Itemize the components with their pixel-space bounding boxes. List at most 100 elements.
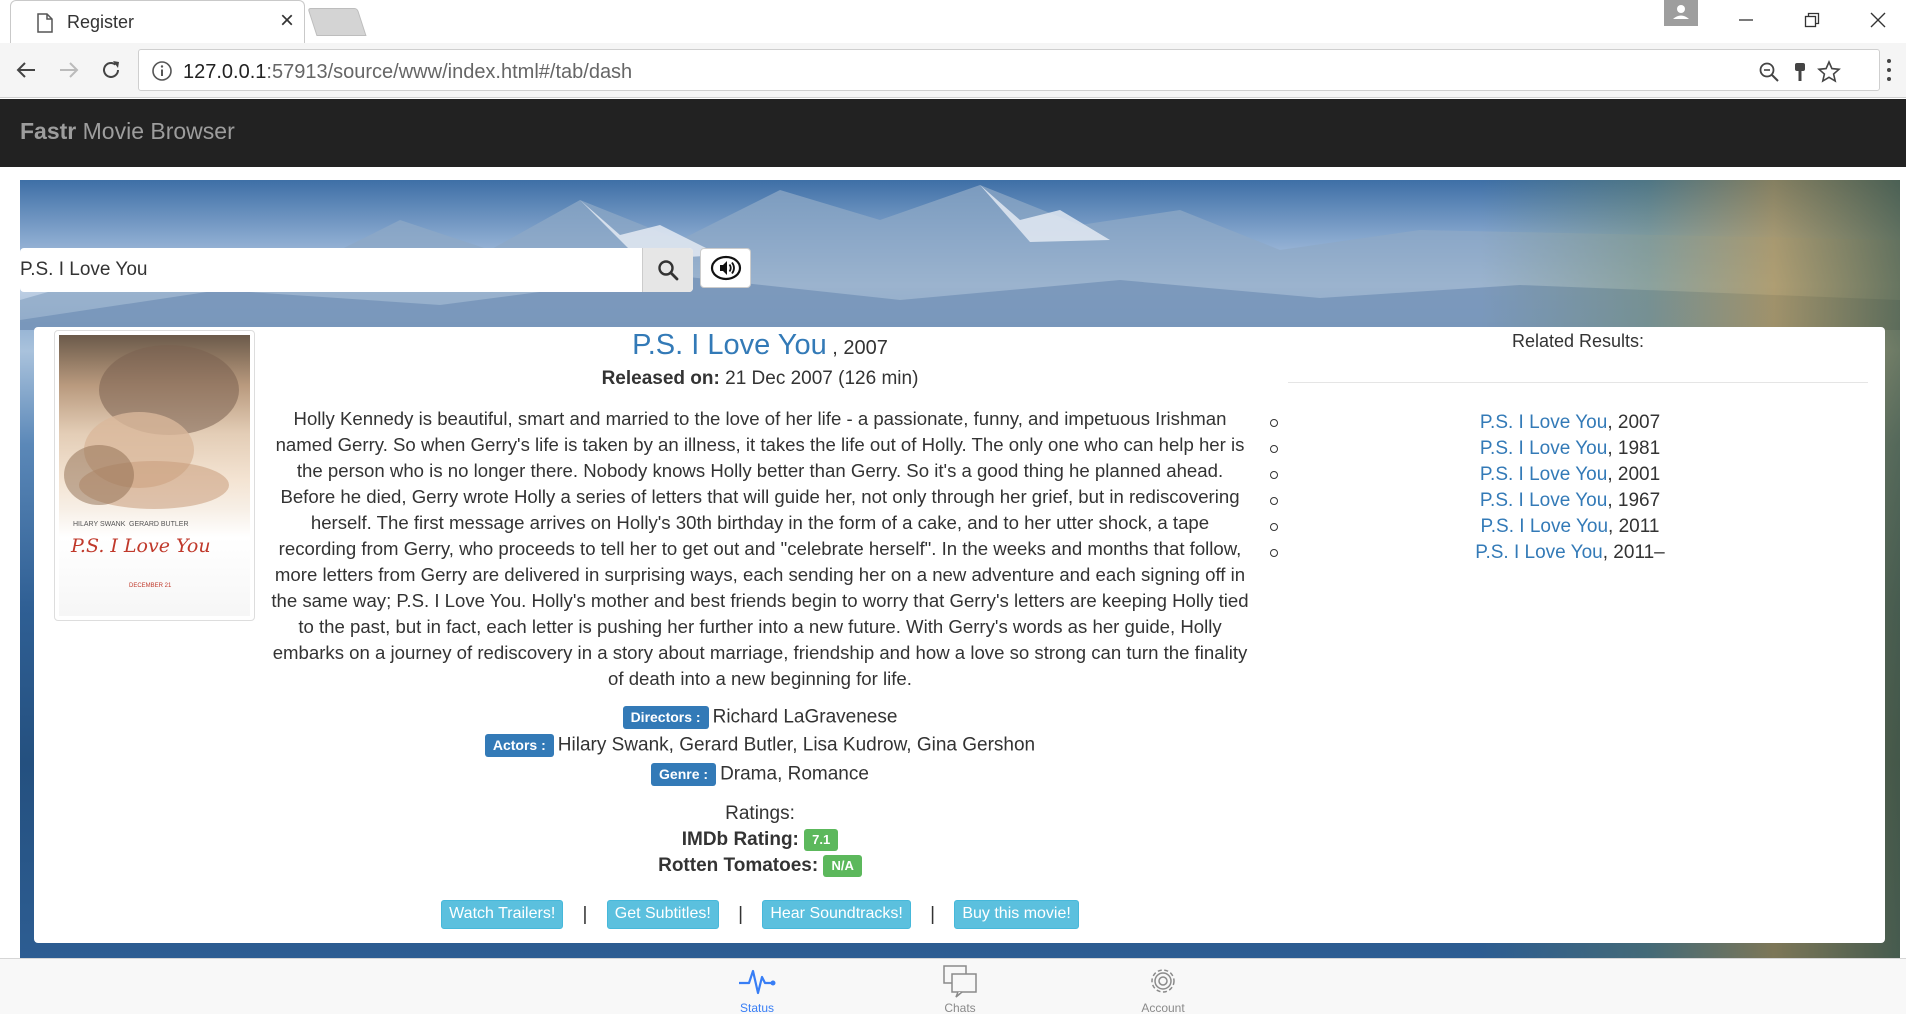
release-info: Released on: 21 Dec 2007 (126 min) [270,368,1250,390]
close-icon [1870,12,1886,28]
related-result-year: , 2011 [1608,516,1660,537]
imdb-label: IMDb Rating: [681,829,799,851]
watch-trailers-button[interactable]: Watch Trailers! [441,900,564,929]
list-item: P.S. I Love You, 2011– [1270,540,1870,566]
bullet-icon [1270,497,1278,505]
bookmark-star-button[interactable] [1816,59,1842,85]
search-bar [20,248,693,292]
movie-heading: P.S. I Love You , 2007 [270,329,1250,362]
minimize-icon [1739,19,1753,21]
bullet-icon [1270,523,1278,531]
bullet-icon [1270,445,1278,453]
speaker-icon [710,255,741,281]
forward-button[interactable] [52,53,86,87]
ratings-heading: Ratings: [725,803,795,824]
related-result-year: , 1981 [1607,438,1661,459]
voice-search-button[interactable] [700,248,751,288]
related-result-link[interactable]: P.S. I Love You [1480,438,1608,459]
zoom-out-button[interactable] [1756,59,1782,85]
restore-icon [1804,12,1820,28]
imdb-rating-row: IMDb Rating: 7.1 [270,829,1250,851]
close-tab-icon[interactable]: × [273,7,301,35]
directors-value: Richard LaGravenese [712,706,898,728]
list-item: P.S. I Love You, 1967 [1270,488,1870,514]
list-item: P.S. I Love You, 2001 [1270,462,1870,488]
zoom-icon [1759,62,1779,82]
bullet-icon [1270,471,1278,479]
search-button[interactable] [642,248,693,292]
profile-button[interactable] [1664,0,1698,26]
browser-toolbar: 127.0.0.1:57913/source/www/index.html#/t… [0,43,1906,98]
related-result-year: , 2011– [1602,542,1665,563]
actors-value: Hilary Swank, Gerard Butler, Lisa Kudrow… [557,734,1036,756]
movie-poster: HILARY SWANK GERARD BUTLER P.S. I Love Y… [54,330,255,621]
app-brand[interactable]: Fastr Movie Browser [20,118,235,145]
poster-actor-2: GERARD BUTLER [129,521,189,528]
reload-button[interactable] [94,53,128,87]
tab-account[interactable]: Account [1108,959,1218,1015]
address-bar[interactable]: 127.0.0.1:57913/source/www/index.html#/t… [138,49,1880,91]
list-item: P.S. I Love You, 2007 [1270,410,1870,436]
new-tab-button[interactable] [307,8,367,36]
url-path: :57913/source/www/index.html#/tab/dash [266,61,633,83]
related-result-link[interactable]: P.S. I Love You [1481,516,1609,537]
poster-title: P.S. I Love You [71,535,211,557]
released-value: 21 Dec 2007 (126 min) [719,368,919,389]
divider [1288,382,1868,383]
restore-window-button[interactable] [1782,0,1842,40]
passwords-key-button[interactable] [1787,59,1813,85]
bullet-icon [1270,549,1278,557]
back-button[interactable] [9,53,43,87]
info-icon[interactable] [151,60,173,82]
brand-rest: Movie Browser [76,118,235,144]
directors-row: Directors : Richard LaGravenese [270,706,1250,729]
arrow-right-icon [60,62,79,78]
released-label: Released on: [601,368,720,389]
browser-tab-title: Register [67,12,135,32]
bottom-tab-bar: Status Chats Account [0,958,1906,1015]
related-result-link[interactable]: P.S. I Love You [1480,490,1608,511]
close-window-button[interactable] [1848,0,1906,40]
minimize-window-button[interactable] [1716,0,1776,40]
tab-chats[interactable]: Chats [905,959,1015,1015]
gear-icon [1151,969,1175,993]
poster-image: HILARY SWANK GERARD BUTLER P.S. I Love Y… [59,335,250,616]
search-icon [658,260,679,281]
browser-tab-strip: Register × [0,0,1906,43]
key-icon [1795,63,1805,81]
related-result-link[interactable]: P.S. I Love You [1475,542,1603,563]
tab-chats-label: Chats [944,1001,976,1015]
kebab-menu-icon [1887,59,1891,81]
rotten-tomatoes-row: Rotten Tomatoes: N/A [270,855,1250,877]
url-text[interactable]: 127.0.0.1:57913/source/www/index.html#/t… [183,61,632,84]
separator: | [930,903,936,925]
url-host: 127.0.0.1 [183,61,267,83]
document-icon [37,13,53,33]
related-result-link[interactable]: P.S. I Love You [1480,464,1608,485]
related-result-year: , 1967 [1607,490,1661,511]
movie-plot: Holly Kennedy is beautiful, smart and ma… [271,408,1249,689]
movie-search-input[interactable] [20,248,642,292]
rotten-tomatoes-label: Rotten Tomatoes: [658,855,819,877]
browser-menu-button[interactable] [1884,57,1894,83]
movie-title-link[interactable]: P.S. I Love You [632,329,827,361]
buy-movie-button[interactable]: Buy this movie! [954,900,1079,929]
separator: | [582,903,588,925]
star-icon [1817,60,1841,83]
browser-tab[interactable]: Register × [10,0,305,43]
chat-bubbles-icon [943,965,977,998]
app-navbar: Fastr Movie Browser [0,99,1906,167]
tab-status-label: Status [739,1001,775,1015]
related-result-link[interactable]: P.S. I Love You [1480,412,1608,433]
arrow-left-icon [16,62,35,78]
brand-bold: Fastr [20,118,77,144]
tab-status[interactable]: Status [702,959,812,1015]
movie-year: , 2007 [826,337,888,359]
directors-label: Directors : [622,706,709,729]
bullet-icon [1270,419,1278,427]
hear-soundtracks-button[interactable]: Hear Soundtracks! [762,900,911,929]
get-subtitles-button[interactable]: Get Subtitles! [606,900,719,929]
genre-row: Genre : Drama, Romance [270,763,1250,786]
related-results-list: P.S. I Love You, 2007 P.S. I Love You, 1… [1270,410,1870,566]
list-item: P.S. I Love You, 2011 [1270,514,1870,540]
